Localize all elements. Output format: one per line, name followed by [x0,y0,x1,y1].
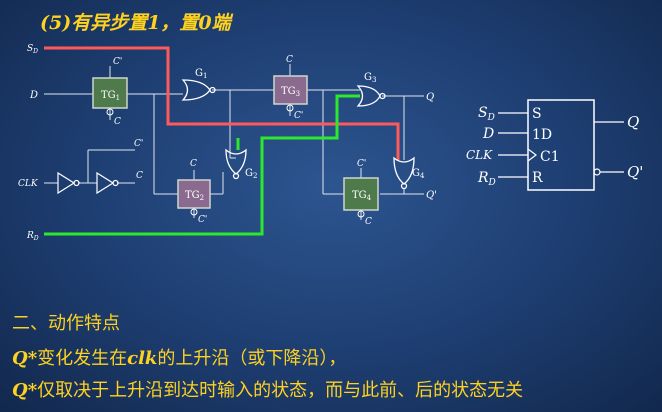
tg4-c-label: C [365,217,372,227]
tg2-cn-label: C' [198,215,207,225]
line1-rest: 的上升沿（或下降沿）， [157,348,347,369]
symbol-clk-pin: CLK [466,148,493,162]
nor-gate-g3 [356,85,381,107]
d-input-label: D [29,90,38,101]
g4-label: G4 [412,168,425,180]
symbol-qn-output: Q' [627,163,643,181]
rd-input-label: RD [26,231,39,242]
tg3-c-label: C [286,55,293,65]
nor-gate-g4 [393,156,415,185]
section-heading: 二、动作特点 [12,313,120,334]
g3-label: G3 [364,72,376,84]
g2-label: G2 [245,168,257,180]
symbol-r-inside: R [532,170,543,186]
feature-line-1: Q*变化发生在clk的上升沿（或下降沿）， [12,344,346,370]
tg1-c-label: C [114,117,121,127]
tg3-cn-label: C' [294,111,303,121]
clk-inverter-1 [57,171,76,195]
symbol-rd-pin: RD [477,170,496,188]
clk-inverter-2 [96,171,115,195]
tg2-c-label: C [190,159,197,169]
q-output-label: Q [426,92,434,103]
rd-async-reset-wire [44,94,360,236]
nor-gate-g2 [225,148,247,175]
symbol-1d-inside: 1D [532,127,552,143]
line1-text: 变化发生在 [37,348,128,369]
slide: (5)有异步置1，置0端 TG1 TG2 TG3 TG4 G1 G2 G3 G4… [0,0,662,412]
star: * [27,380,38,401]
qn-output-label: Q' [426,190,437,201]
tg1-cn-label: C' [113,57,122,67]
sd-input-label: SD [27,44,38,55]
g1-label: G1 [195,68,207,80]
master-slave-flipflop-circuit: TG1 TG2 TG3 TG4 G1 G2 G3 G4 C' C C C' C … [18,44,643,242]
clk-term: clk [127,348,158,369]
q-star-symbol: Q [12,348,28,369]
clock-edge-icon [527,148,537,162]
flipflop-logic-symbol: SD D CLK RD S 1D C1 R Q Q' [466,99,643,191]
q-star-symbol: Q [12,380,28,401]
clk-cn-label: C' [134,139,143,149]
clk-c-label: C [136,171,143,181]
tg4-cn-label: C' [357,159,366,169]
symbol-s-inside: S [532,106,542,122]
feature-line-2: Q*仅取决于上升沿到达时输入的状态，而与此前、后的状态无关 [12,376,523,402]
line2-text: 仅取决于上升沿到达时输入的状态，而与此前、后的状态无关 [37,380,524,401]
symbol-d-pin: D [482,126,494,142]
nor-gate-g1 [181,79,211,101]
symbol-sd-pin: SD [478,105,495,123]
star: * [27,348,38,369]
symbol-c1-inside: C1 [540,149,560,165]
clk-input-label: CLK [18,179,39,189]
symbol-q-output: Q [627,113,639,131]
